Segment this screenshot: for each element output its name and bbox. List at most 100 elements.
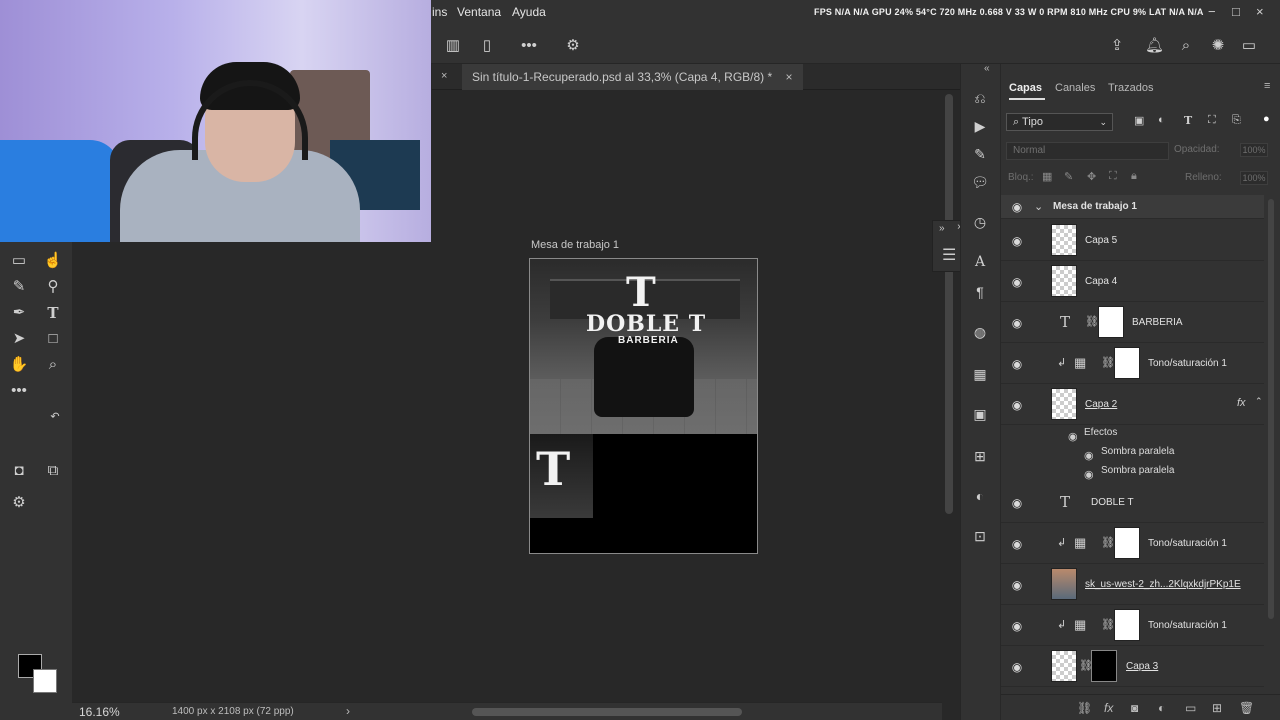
menu-ayuda[interactable]: Ayuda — [512, 5, 546, 19]
layer-tono-saturacion-3[interactable]: ◉ ↲ ▦ ⛓ Tono/saturación 1 — [1001, 605, 1264, 646]
add-mask-icon[interactable]: ◙ — [1131, 701, 1138, 715]
distribute-icon[interactable]: ▯ — [478, 37, 496, 55]
more-icon[interactable]: ••• — [520, 37, 538, 55]
actions-play-icon[interactable]: ▶ — [970, 116, 990, 136]
artboard-label[interactable]: Mesa de trabajo 1 — [531, 239, 619, 251]
layer-group-artboard[interactable]: ◉ ⌄ Mesa de trabajo 1 — [1001, 195, 1264, 219]
share-icon[interactable]: ⇪ — [1108, 37, 1126, 55]
layer-tono-saturacion-2[interactable]: ◉ ↲ ▦ ⛓ Tono/saturación 1 — [1001, 523, 1264, 564]
history-icon[interactable]: ⎌ — [970, 88, 990, 108]
filter-shape-icon[interactable]: ⛶ — [1208, 114, 1216, 127]
lock-transparent-icon[interactable]: ▦ — [1042, 170, 1052, 183]
eye-icon[interactable]: ◉ — [1010, 357, 1024, 371]
hand-tool-icon[interactable]: ✋ — [8, 354, 30, 376]
layer-filter-select[interactable]: ⌕ Tipo ⌄ — [1006, 113, 1113, 131]
burn-tool-icon[interactable]: ⚲ — [42, 276, 64, 298]
add-style-icon[interactable]: fx — [1104, 701, 1113, 715]
adjustments-icon[interactable]: ◐ — [970, 486, 990, 506]
eye-icon[interactable]: ◉ — [1010, 398, 1024, 412]
paragraph-icon[interactable]: ¶ — [970, 282, 990, 302]
canvas-vertical-scrollbar[interactable] — [945, 94, 953, 514]
link-icon[interactable]: ⛓ — [1085, 315, 1099, 328]
tab-trazados[interactable]: Trazados — [1108, 82, 1153, 94]
layer-capa-2[interactable]: ◉ Capa 2 fx ⌃ — [1001, 384, 1264, 425]
eye-icon[interactable]: ◉ — [1010, 234, 1024, 248]
layer-capa-3[interactable]: ◉ ⛓ Capa 3 — [1001, 646, 1264, 687]
color-palette-icon[interactable]: ◍ — [970, 322, 990, 342]
maximize-button[interactable]: □ — [1232, 4, 1240, 19]
canvas-horizontal-scrollbar[interactable] — [472, 708, 742, 716]
collapse-left-icon[interactable]: « — [984, 63, 990, 74]
eye-icon[interactable]: ◉ — [1084, 468, 1094, 481]
effect-drop-shadow-2[interactable]: Sombra paralela — [1101, 465, 1174, 476]
eye-icon[interactable]: ◉ — [1068, 430, 1078, 443]
eye-icon[interactable]: ◉ — [1010, 316, 1024, 330]
search-icon[interactable]: ⌕ — [1177, 37, 1195, 55]
bell-icon[interactable]: 🔔︎ — [1145, 37, 1164, 55]
zoom-level[interactable]: 16.16% — [79, 705, 120, 719]
tab-canales[interactable]: Canales — [1055, 82, 1095, 94]
pen-tool-icon[interactable]: ✒ — [8, 302, 30, 324]
background-color-swatch[interactable] — [33, 669, 57, 693]
lock-position-icon[interactable]: ✥ — [1087, 170, 1096, 183]
align-icon[interactable]: ▥ — [444, 37, 462, 55]
smudge-tool-icon[interactable]: ☝ — [42, 250, 64, 272]
opacity-input[interactable]: 100% — [1240, 143, 1268, 157]
sliders-icon[interactable]: ☰ — [942, 245, 956, 265]
screen-mode-icon[interactable]: ⧉ — [42, 460, 64, 482]
prev-tab-close-icon[interactable]: × — [441, 70, 447, 82]
libraries-icon[interactable]: ⊡ — [970, 526, 990, 546]
effect-drop-shadow-1[interactable]: Sombra paralela — [1101, 446, 1174, 457]
comments-icon[interactable]: 💬︎ — [970, 172, 990, 192]
dodge-tool-icon[interactable]: ✎ — [8, 276, 30, 298]
status-arrow-icon[interactable]: › — [346, 704, 350, 718]
workspace-icon[interactable]: ▭ — [1240, 37, 1258, 55]
delete-layer-icon[interactable]: 🗑︎ — [1239, 701, 1254, 715]
menu-plugins[interactable]: ins — [432, 5, 447, 19]
edit-toolbar-icon[interactable]: ⚙ — [8, 492, 30, 514]
gradient-panel-icon[interactable]: ▣ — [970, 404, 990, 424]
link-icon[interactable]: ⛓ — [1101, 618, 1115, 631]
new-adjustment-icon[interactable]: ◐ — [1158, 701, 1165, 715]
timer-icon[interactable]: ◷ — [970, 212, 990, 232]
gradient-tool-icon[interactable]: ▭ — [8, 250, 30, 272]
layer-tono-saturacion-1[interactable]: ◉ ↲ ▦ ⛓ Tono/saturación 1 — [1001, 343, 1264, 384]
link-icon[interactable]: ⛓ — [1101, 356, 1115, 369]
settings-icon[interactable]: ⚙ — [564, 37, 582, 55]
filter-smart-icon[interactable]: ⎘ — [1232, 114, 1241, 127]
path-selection-icon[interactable]: ➤ — [8, 328, 30, 350]
layer-barberia[interactable]: ◉ T ⛓ BARBERIA — [1001, 302, 1264, 343]
panel-menu-icon[interactable]: ≡ — [1264, 80, 1270, 92]
character-icon[interactable]: A — [970, 252, 990, 272]
quick-mask-icon[interactable]: ◘ — [8, 460, 30, 482]
link-layers-icon[interactable]: ⛓ — [1077, 701, 1092, 715]
eye-icon[interactable]: ◉ — [1084, 449, 1094, 462]
menu-ventana[interactable]: Ventana — [457, 5, 501, 19]
tab-capas[interactable]: Capas — [1009, 82, 1042, 94]
filter-toggle-icon[interactable]: ● — [1263, 113, 1270, 125]
layers-scrollbar[interactable] — [1268, 199, 1274, 619]
lock-all-icon[interactable]: 🔒︎ — [1131, 170, 1137, 183]
eye-icon[interactable]: ◉ — [1010, 660, 1024, 674]
patterns-icon[interactable]: ⊞ — [970, 446, 990, 466]
fill-input[interactable]: 100% — [1240, 171, 1268, 185]
brush-icon[interactable]: ✎ — [970, 144, 990, 164]
filter-type-icon[interactable]: T — [1184, 114, 1192, 127]
layer-capa-5[interactable]: ◉ Capa 5 — [1001, 220, 1264, 261]
link-icon[interactable]: ⛓ — [1101, 536, 1115, 549]
chevron-up-icon[interactable]: ⌃ — [1255, 396, 1263, 407]
swatches-grid-icon[interactable]: ▦ — [970, 364, 990, 384]
fx-icon[interactable]: fx — [1237, 397, 1246, 409]
eye-icon[interactable]: ◉ — [1010, 619, 1024, 633]
new-layer-icon[interactable]: ⊞ — [1212, 701, 1222, 715]
layer-capa-4[interactable]: ◉ Capa 4 — [1001, 261, 1264, 302]
filter-pixel-icon[interactable]: ▣ — [1134, 114, 1144, 127]
artboard[interactable]: T DOBLE T BARBERIA T — [529, 258, 758, 554]
layer-doble-t[interactable]: ◉ T DOBLE T — [1001, 482, 1264, 523]
minimize-button[interactable]: − — [1208, 4, 1216, 19]
blend-mode-select[interactable]: Normal — [1006, 142, 1169, 160]
layer-sk-image[interactable]: ◉ sk_us-west-2_zh...2KlqxkdjrPKp1E — [1001, 564, 1264, 605]
filter-adjustment-icon[interactable]: ◐ — [1158, 114, 1165, 126]
close-window-button[interactable]: × — [1256, 4, 1264, 19]
tab-close-icon[interactable]: × — [786, 70, 793, 84]
